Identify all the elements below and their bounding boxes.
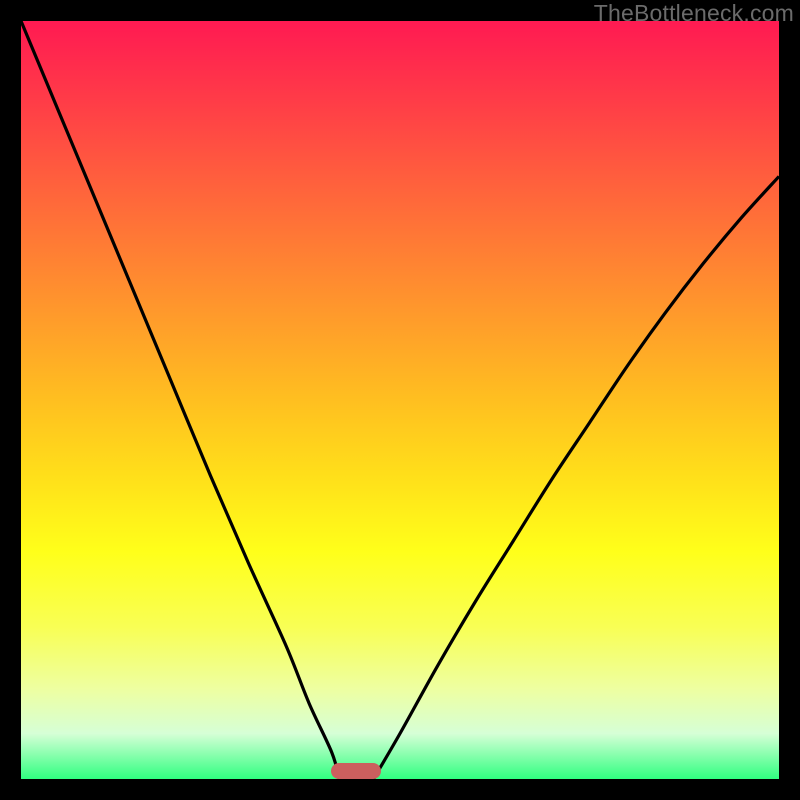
bottleneck-curve <box>21 21 779 779</box>
watermark-text: TheBottleneck.com <box>594 0 794 27</box>
chart-plot-area <box>21 21 779 779</box>
optimal-marker <box>331 763 380 779</box>
left-curve-path <box>21 21 339 779</box>
right-curve-path <box>373 176 779 779</box>
